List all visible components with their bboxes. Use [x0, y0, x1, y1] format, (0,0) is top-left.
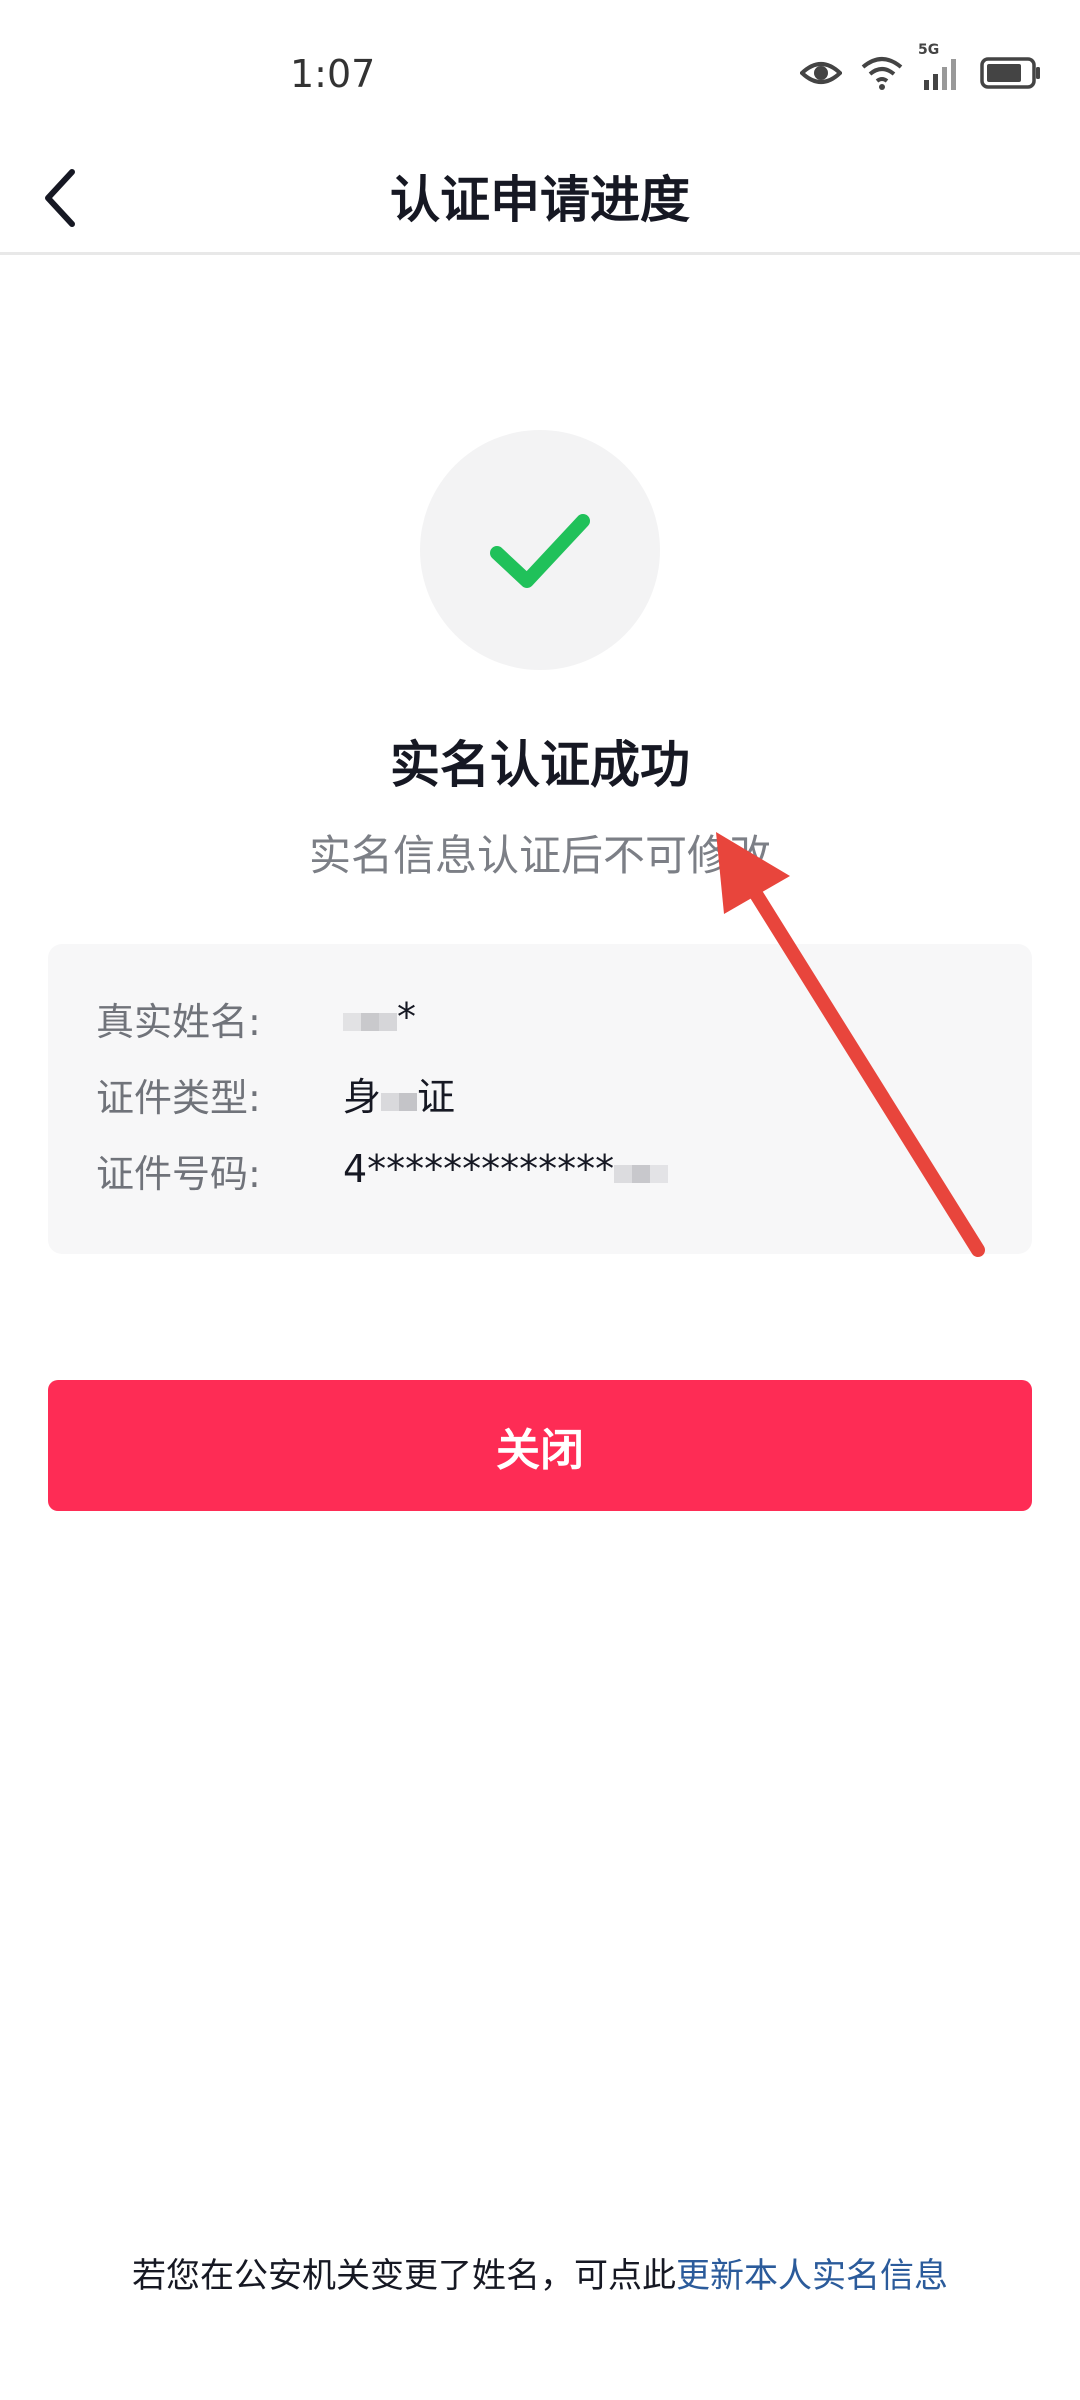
blurred-number [614, 1149, 669, 1193]
battery-icon [980, 57, 1040, 89]
footer-text: 若您在公安机关变更了姓名，可点此 [132, 2256, 676, 2296]
close-button[interactable]: 关闭 [48, 1380, 1032, 1511]
footer-note: 若您在公安机关变更了姓名，可点此更新本人实名信息 [0, 2248, 1080, 2297]
result-title: 实名认证成功 [390, 736, 690, 794]
status-bar: 1:07 5G [0, 0, 1080, 150]
info-row-name: 真实姓名: * [96, 988, 416, 1048]
identity-info-card: 真实姓名: * 证件类型: 身证 证件号码: 4************* [48, 944, 1032, 1254]
number-value: 4************* [343, 1147, 669, 1194]
nav-bar: 认证申请进度 [0, 150, 1080, 255]
info-row-number: 证件号码: 4************* [96, 1140, 669, 1200]
check-icon [490, 514, 590, 588]
result-subtitle: 实名信息认证后不可修改 [308, 831, 771, 880]
page-title: 认证申请进度 [390, 171, 690, 229]
network-type: 5G [918, 42, 940, 58]
status-icons: 5G [800, 42, 1042, 91]
success-badge [420, 430, 660, 670]
name-value: * [343, 995, 416, 1042]
type-value: 身证 [343, 1066, 455, 1122]
status-time: 1:07 [290, 52, 376, 96]
type-label: 证件类型: [96, 1075, 261, 1120]
signal-icon: 5G [918, 42, 962, 90]
update-realname-link[interactable]: 更新本人实名信息 [676, 2256, 948, 2296]
name-label: 真实姓名: [96, 999, 261, 1044]
number-label: 证件号码: [96, 1151, 261, 1196]
eye-icon [800, 62, 842, 84]
info-row-type: 证件类型: 身证 [96, 1064, 455, 1124]
wifi-icon [861, 57, 903, 90]
blurred-type [381, 1078, 418, 1122]
blurred-name [343, 997, 397, 1041]
